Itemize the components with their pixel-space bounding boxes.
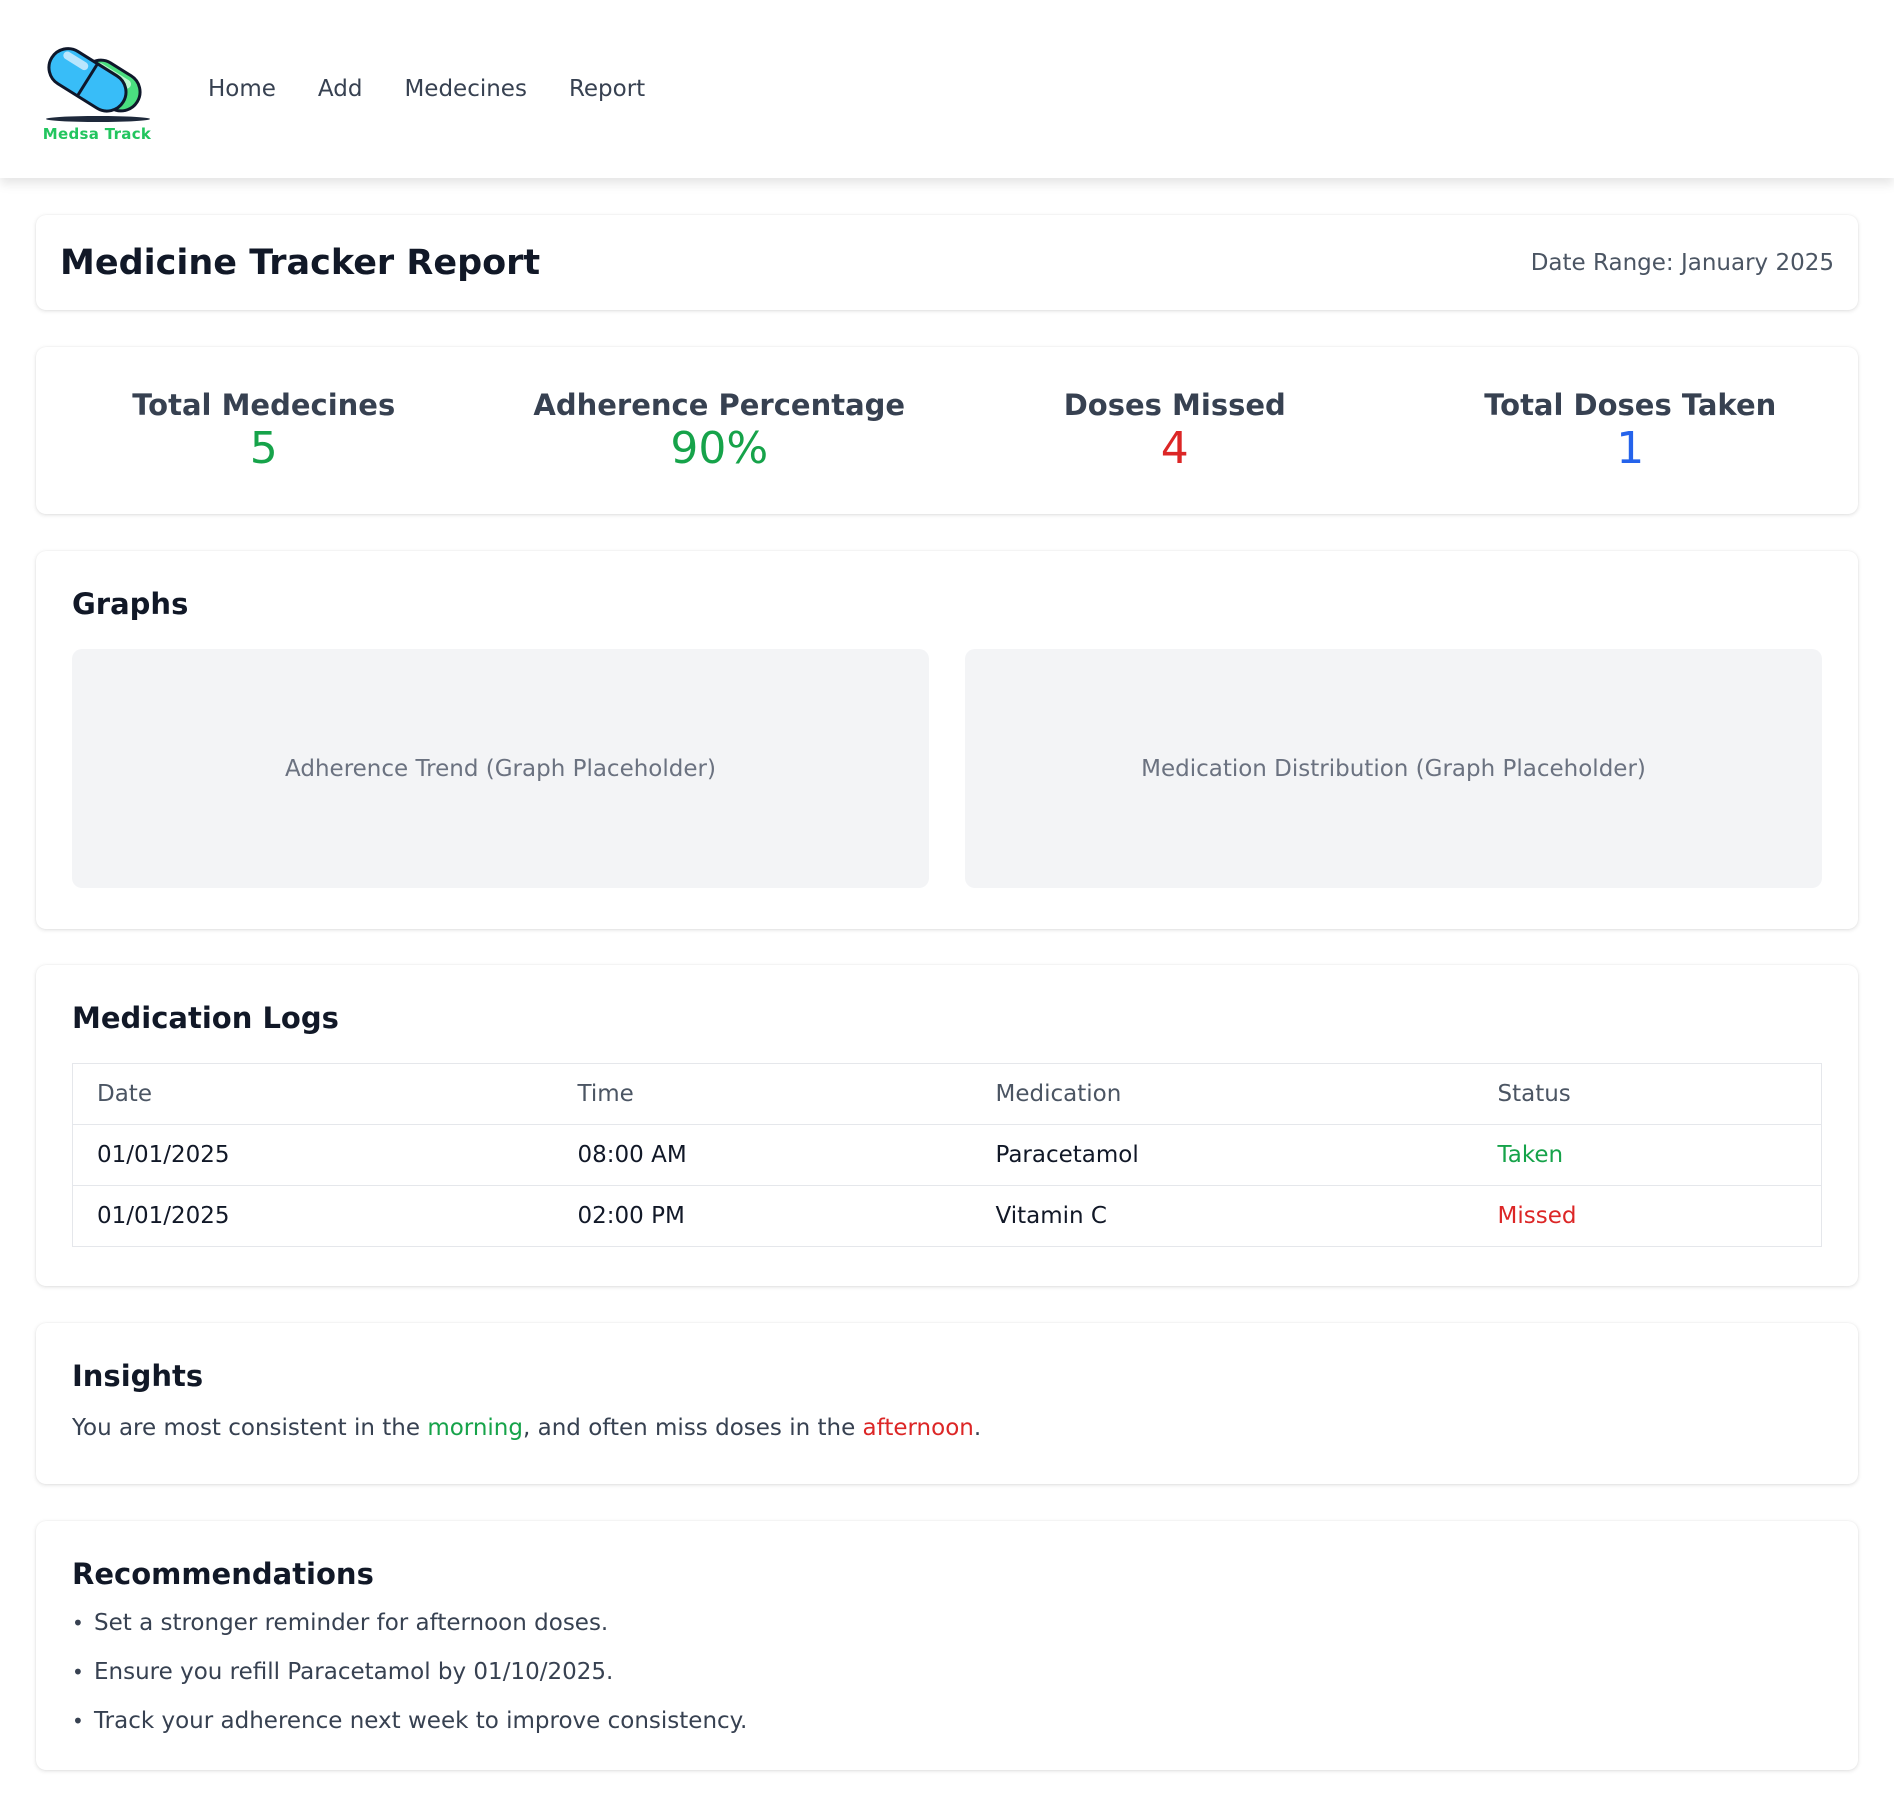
brand-name: Medsa Track: [42, 125, 152, 143]
insights-card: Insights You are most consistent in the …: [36, 1323, 1858, 1484]
table-header-row: Date Time Medication Status: [72, 1063, 1822, 1125]
stat-value: 1: [1616, 422, 1645, 474]
stat-label: Total Doses Taken: [1484, 387, 1777, 422]
cell-time: 02:00 PM: [553, 1185, 972, 1247]
list-item: • Ensure you refill Paracetamol by 01/10…: [72, 1648, 1822, 1697]
cell-date: 01/01/2025: [72, 1124, 554, 1186]
bullet-icon: •: [72, 1660, 84, 1684]
table-row: 01/01/2025 02:00 PM Vitamin C Missed: [72, 1185, 1822, 1247]
stat-doses-missed: Doses Missed 4: [947, 347, 1403, 514]
stat-label: Adherence Percentage: [533, 387, 906, 422]
stat-total-medecines: Total Medecines 5: [36, 347, 492, 514]
nav-report[interactable]: Report: [569, 76, 645, 102]
column-header-time: Time: [553, 1063, 972, 1125]
date-range: Date Range: January 2025: [1530, 249, 1834, 276]
recommendations-card: Recommendations • Set a stronger reminde…: [36, 1521, 1858, 1770]
stat-value: 90%: [670, 422, 769, 474]
cell-time: 08:00 AM: [553, 1124, 972, 1186]
graphs-card: Graphs Adherence Trend (Graph Placeholde…: [36, 551, 1858, 929]
cell-status: Taken: [1473, 1124, 1822, 1186]
column-header-medication: Medication: [971, 1063, 1474, 1125]
graph-row: Adherence Trend (Graph Placeholder) Medi…: [72, 649, 1822, 888]
section-title-insights: Insights: [72, 1359, 204, 1393]
stat-adherence-percentage: Adherence Percentage 90%: [492, 347, 948, 514]
recommendation-text: Set a stronger reminder for afternoon do…: [94, 1610, 609, 1636]
adherence-trend-graph: Adherence Trend (Graph Placeholder): [72, 649, 929, 888]
navbar: Medsa Track Home Add Medecines Report: [0, 0, 1894, 178]
column-header-date: Date: [72, 1063, 554, 1125]
stats-card: Total Medecines 5 Adherence Percentage 9…: [36, 347, 1858, 514]
stat-label: Doses Missed: [1063, 387, 1286, 422]
insight-highlight-afternoon: afternoon: [862, 1415, 974, 1441]
main-nav: Home Add Medecines Report: [208, 76, 645, 102]
medication-logs-card: Medication Logs Date Time Medication Sta…: [36, 965, 1858, 1286]
medication-distribution-graph: Medication Distribution (Graph Placehold…: [965, 649, 1822, 888]
stat-value: 4: [1160, 422, 1189, 474]
recommendation-text: Ensure you refill Paracetamol by 01/10/2…: [94, 1659, 614, 1685]
section-title-recommendations: Recommendations: [72, 1557, 374, 1591]
report-header-card: Medicine Tracker Report Date Range: Janu…: [36, 215, 1858, 310]
section-title-graphs: Graphs: [72, 587, 189, 621]
stat-label: Total Medecines: [132, 387, 396, 422]
cell-medication: Paracetamol: [971, 1124, 1474, 1186]
nav-home[interactable]: Home: [208, 76, 276, 102]
nav-medecines[interactable]: Medecines: [404, 76, 527, 102]
insight-text: You are most consistent in the morning, …: [72, 1415, 1822, 1441]
stat-total-doses-taken: Total Doses Taken 1: [1403, 347, 1859, 514]
nav-add[interactable]: Add: [318, 76, 363, 102]
insight-text-part: You are most consistent in the: [72, 1415, 428, 1441]
page-title: Medicine Tracker Report: [60, 242, 541, 283]
logs-table: Date Time Medication Status 01/01/2025 0…: [72, 1063, 1822, 1247]
cell-status: Missed: [1473, 1185, 1822, 1247]
list-item: • Track your adherence next week to impr…: [72, 1697, 1822, 1746]
table-row: 01/01/2025 08:00 AM Paracetamol Taken: [72, 1124, 1822, 1186]
stat-value: 5: [249, 422, 278, 474]
recommendation-text: Track your adherence next week to improv…: [94, 1708, 748, 1734]
insight-text-part: .: [973, 1415, 982, 1441]
column-header-status: Status: [1473, 1063, 1822, 1125]
bullet-icon: •: [72, 1611, 84, 1635]
bullet-icon: •: [72, 1709, 84, 1733]
capsule-icon: [46, 47, 150, 122]
list-item: • Set a stronger reminder for afternoon …: [72, 1599, 1822, 1648]
cell-date: 01/01/2025: [72, 1185, 554, 1247]
brand-logo[interactable]: Medsa Track: [38, 35, 156, 143]
insight-text-part: , and often miss doses in the: [523, 1415, 863, 1441]
insight-highlight-morning: morning: [427, 1415, 523, 1441]
recommendations-list: • Set a stronger reminder for afternoon …: [72, 1599, 1822, 1746]
section-title-logs: Medication Logs: [72, 1001, 339, 1035]
cell-medication: Vitamin C: [971, 1185, 1474, 1247]
